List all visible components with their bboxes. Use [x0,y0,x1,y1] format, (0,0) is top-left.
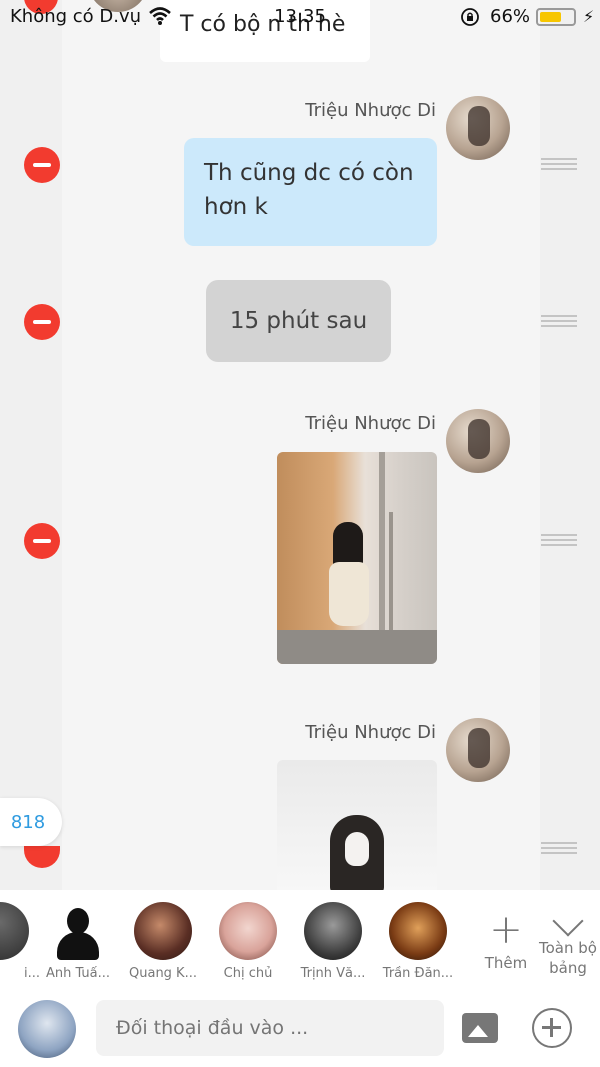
message-bubble[interactable]: Th cũng dc có còn hơn k [184,138,437,246]
status-bar: Không có D.vụ 13:35 66% ⚡ [0,0,600,34]
self-avatar[interactable] [18,1000,76,1058]
drag-handle-icon[interactable] [541,158,577,170]
show-all-label: Toàn bộ bảng [539,939,597,977]
contact-name: Chị chủ [223,966,273,981]
delete-message-button[interactable] [24,523,60,559]
contact-name: i... [23,966,40,981]
contact-avatar [219,902,277,960]
contact-item[interactable]: i... [0,902,40,981]
sender-avatar[interactable] [446,718,510,782]
plus-circle-icon[interactable] [532,1008,572,1048]
photo-message[interactable] [277,760,437,890]
contact-item[interactable]: Trần Đăn... [378,902,458,981]
charging-icon: ⚡ [583,7,595,26]
time-divider: 15 phút sau [206,280,391,362]
contact-item[interactable]: Quang K... [123,902,203,981]
sender-name: Triệu Nhược Di [305,413,436,434]
show-all-button[interactable]: Toàn bộ bảng [536,904,600,978]
contact-avatar [389,902,447,960]
chevron-down-icon [552,905,584,937]
drag-handle-icon[interactable] [541,842,577,854]
contact-name: Trần Đăn... [382,966,454,981]
image-icon[interactable] [462,1013,498,1043]
battery-icon [536,8,576,26]
delete-message-button[interactable] [24,147,60,183]
contact-name: Quang K... [129,966,197,981]
sender-avatar[interactable] [446,96,510,160]
contact-item[interactable]: Trịnh Vă... [293,902,373,981]
contact-name: Trịnh Vă... [300,966,366,981]
message-input[interactable] [96,1000,444,1056]
add-label: Thêm [484,954,528,972]
sender-avatar[interactable] [446,409,510,473]
photo-message[interactable] [277,452,437,664]
sender-name: Triệu Nhược Di [305,100,436,121]
add-contact-button[interactable]: + Thêm [478,910,534,972]
battery-percent: 66% [490,6,531,27]
drag-handle-icon[interactable] [541,534,577,546]
delete-message-button[interactable] [24,304,60,340]
contact-name: Anh Tuấ... [45,966,111,981]
right-edit-column [540,0,600,890]
sender-name: Triệu Nhược Di [305,722,436,743]
contact-avatar [49,902,107,960]
contact-item[interactable]: Chị chủ [208,902,288,981]
contact-avatar [304,902,362,960]
left-edit-column [0,0,62,890]
plus-icon: + [489,907,523,953]
lock-rotation-icon [461,8,479,26]
message-count-badge[interactable]: 818 [0,798,62,846]
bottom-panel: i... Anh Tuấ... Quang K... Chị chủ Trịnh… [0,890,600,1067]
contact-item[interactable]: Anh Tuấ... [38,902,118,981]
contact-avatar [134,902,192,960]
contact-avatar [0,902,29,960]
drag-handle-icon[interactable] [541,315,577,327]
